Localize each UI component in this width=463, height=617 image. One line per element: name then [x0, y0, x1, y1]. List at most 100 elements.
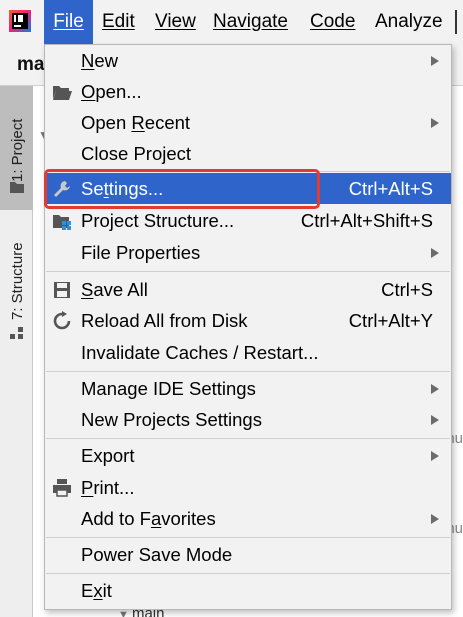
file-menu-file-properties[interactable]: File Properties	[45, 237, 451, 268]
file-menu-file-properties-label: File Properties	[81, 242, 201, 263]
file-menu-project-structure[interactable]: Project Structure... Ctrl+Alt+Shift+S	[45, 205, 451, 236]
file-menu-print[interactable]: Print...	[45, 472, 451, 503]
submenu-arrow-icon	[431, 384, 439, 394]
submenu-arrow-icon	[431, 56, 439, 66]
submenu-arrow-icon	[431, 415, 439, 425]
label-rest: it	[102, 580, 112, 601]
menu-code-label: Code	[310, 11, 356, 32]
menu-view-label: View	[155, 11, 196, 32]
file-menu-new-projects-settings[interactable]: New Projects Settings	[45, 404, 451, 435]
label-rest: ew	[94, 50, 119, 71]
file-menu-save-all-label: Save All	[81, 274, 148, 305]
file-menu-open-recent[interactable]: Open Recent	[45, 107, 451, 138]
label-rest: rint...	[93, 477, 135, 498]
menu-file-label: File	[53, 11, 84, 32]
submenu-arrow-icon	[431, 248, 439, 258]
menu-separator	[46, 271, 450, 272]
shortcut-label: Ctrl+Alt+Shift+S	[300, 210, 433, 231]
submenu-arrow-icon	[431, 118, 439, 128]
wrench-icon	[54, 181, 70, 197]
file-menu-dropdown: New Open... Open Recent Close Project Se…	[44, 44, 452, 610]
label-rest: pen...	[95, 81, 142, 102]
file-menu-power-save-mode[interactable]: Power Save Mode	[45, 539, 451, 570]
menu-file[interactable]: File	[44, 0, 93, 44]
submenu-arrow-icon	[431, 514, 439, 524]
label-rest: tings...	[108, 178, 164, 199]
intellij-logo-icon	[9, 10, 31, 32]
file-menu-project-structure-label: Project Structure...	[81, 210, 235, 231]
file-menu-close-project[interactable]: Close Project	[45, 138, 451, 169]
mnemonic: R	[131, 112, 145, 133]
menu-separator	[46, 171, 450, 172]
label-pre: Se	[81, 178, 104, 199]
menu-edit[interactable]: Edit	[102, 0, 135, 44]
structure-tool-button[interactable]: 7: Structure	[0, 222, 33, 352]
file-menu-export[interactable]: Export	[45, 440, 451, 471]
file-menu-close-project-label: Close Project	[81, 143, 192, 164]
file-menu-new-label: New	[81, 45, 118, 76]
label-pre: E	[81, 580, 94, 601]
label-pre: Open	[81, 112, 132, 133]
ide-window: ma 1: Project 7: Structure ▼ nu nu ▼ mai…	[0, 0, 463, 617]
printer-icon	[53, 479, 71, 497]
file-menu-open[interactable]: Open...	[45, 76, 451, 107]
save-icon	[54, 282, 70, 298]
project-structure-icon	[53, 215, 71, 230]
file-menu-new[interactable]: New	[45, 45, 451, 76]
label-pre: Add to F	[81, 508, 151, 529]
menu-analyze[interactable]: Analyze	[375, 0, 443, 44]
project-name-label: ma	[17, 54, 45, 75]
structure-tool-label: 7: Structure	[9, 242, 26, 320]
file-menu-manage-ide-settings-label: Manage IDE Settings	[81, 378, 256, 399]
submenu-arrow-icon	[431, 451, 439, 461]
file-menu-manage-ide-settings[interactable]: Manage IDE Settings	[45, 373, 451, 404]
mnemonic: S	[81, 279, 94, 300]
menu-navigate-label: Navigate	[213, 11, 288, 32]
file-menu-open-recent-label: Open Recent	[81, 107, 190, 138]
file-menu-power-save-mode-label: Power Save Mode	[81, 544, 233, 565]
menu-bar: File Edit View Navigate Code Analyze	[0, 0, 463, 44]
mnemonic: N	[81, 50, 95, 71]
file-menu-print-label: Print...	[81, 472, 134, 503]
file-menu-invalidate-caches[interactable]: Invalidate Caches / Restart...	[45, 337, 451, 368]
file-menu-add-to-favorites-label: Add to Favorites	[81, 503, 216, 534]
project-tool-label: 1: Project	[9, 118, 26, 182]
label-rest: ecent	[144, 112, 191, 133]
label-rest: vorites	[161, 508, 216, 529]
open-folder-icon	[53, 86, 72, 100]
file-menu-new-projects-settings-label: New Projects Settings	[81, 409, 262, 430]
file-menu-exit[interactable]: Exit	[45, 575, 451, 606]
menu-separator	[46, 371, 450, 372]
file-menu-add-to-favorites[interactable]: Add to Favorites	[45, 503, 451, 534]
shortcut-label: Ctrl+Alt+S	[348, 178, 433, 199]
mnemonic: x	[93, 580, 103, 601]
file-menu-settings[interactable]: Settings... Ctrl+Alt+S	[45, 173, 451, 204]
project-tool-button[interactable]: 1: Project	[0, 86, 33, 210]
menu-edit-label: Edit	[102, 11, 135, 32]
menu-separator	[46, 438, 450, 439]
label-rest: ave All	[93, 279, 148, 300]
mnemonic: O	[81, 81, 96, 102]
file-menu-settings-label: Settings...	[81, 173, 163, 204]
mnemonic: a	[150, 508, 162, 529]
file-menu-exit-label: Exit	[81, 575, 112, 606]
shortcut-label: Ctrl+S	[381, 279, 433, 300]
shortcut-label: Ctrl+Alt+Y	[348, 310, 433, 331]
menu-navigate[interactable]: Navigate	[213, 0, 288, 44]
menu-analyze-label: Analyze	[375, 11, 443, 32]
file-menu-reload-all-label: Reload All from Disk	[81, 310, 248, 331]
structure-icon	[10, 327, 23, 339]
folder-icon	[10, 182, 24, 193]
file-menu-open-label: Open...	[81, 76, 142, 107]
file-menu-export-label: Export	[81, 445, 135, 466]
file-menu-invalidate-caches-label: Invalidate Caches / Restart...	[81, 342, 319, 363]
mnemonic: P	[81, 477, 94, 498]
file-menu-reload-all[interactable]: Reload All from Disk Ctrl+Alt+Y	[45, 305, 451, 336]
menu-overflow-mark	[455, 10, 457, 34]
menu-separator	[46, 537, 450, 538]
file-menu-save-all[interactable]: Save All Ctrl+S	[45, 274, 451, 305]
menu-view[interactable]: View	[155, 0, 196, 44]
menu-code[interactable]: Code	[310, 0, 355, 44]
reload-icon	[53, 311, 71, 330]
menu-separator	[46, 573, 450, 574]
